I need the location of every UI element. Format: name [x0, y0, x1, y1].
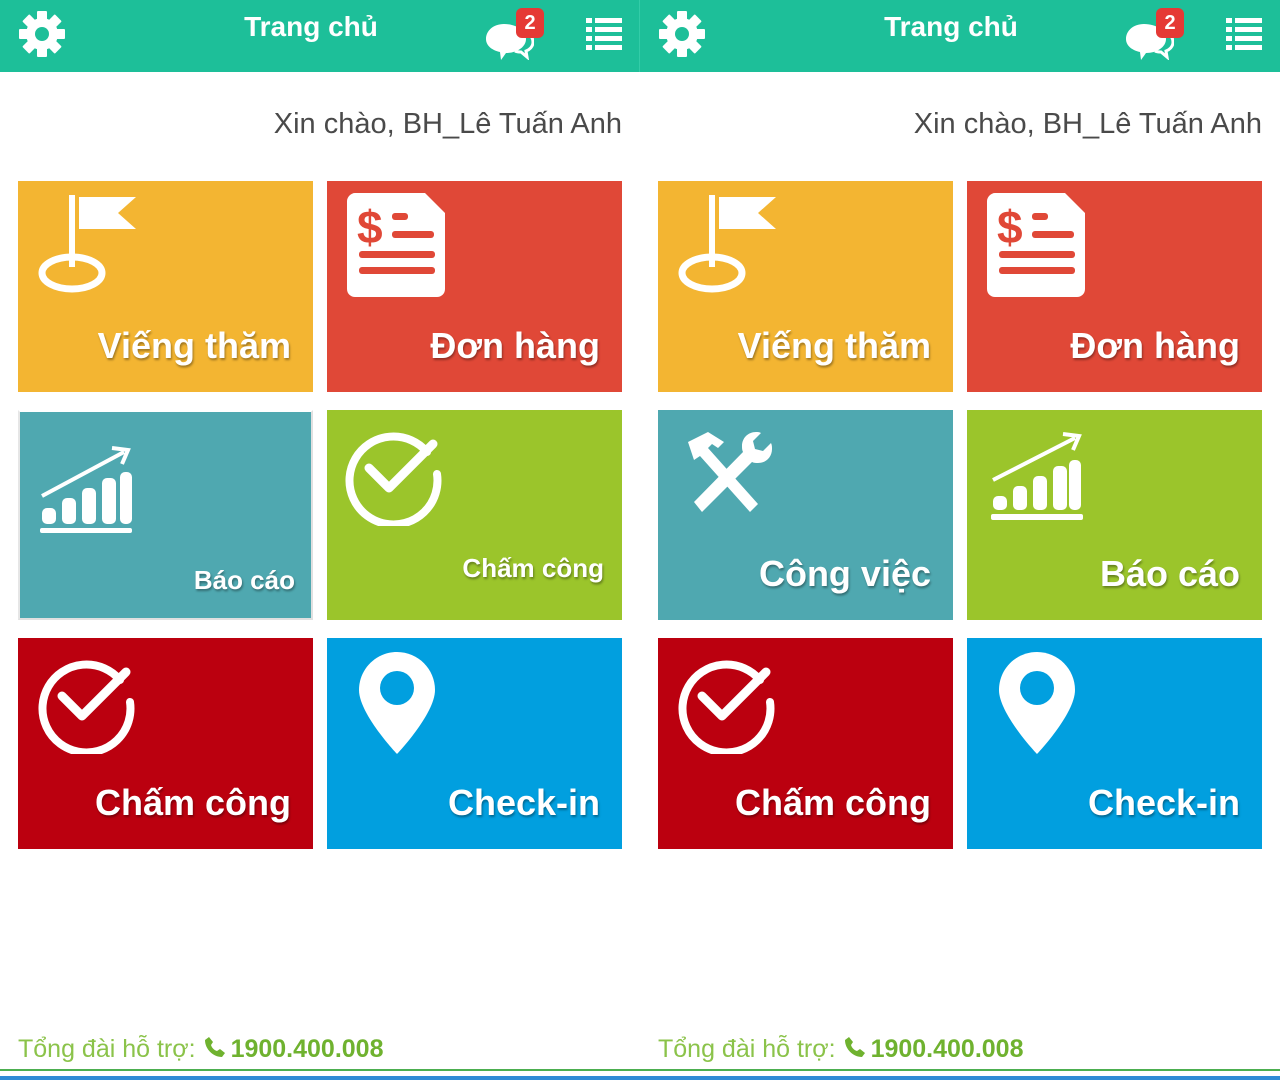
chart-icon	[989, 428, 1085, 527]
tile-timekeeping[interactable]: Chấm công	[327, 410, 622, 620]
tile-visit[interactable]: Viếng thăm	[658, 181, 953, 392]
chat-button[interactable]: 2	[1124, 8, 1186, 60]
top-app-bar: Trang chủ 2	[640, 0, 1280, 72]
tile-timekeeping[interactable]: Chấm công	[658, 638, 953, 849]
home-screen-left: Trang chủ 2 Xin chào, BH_Lê Tuấn Anh Viế…	[0, 0, 640, 1091]
greeting-text: Xin chào, BH_Lê Tuấn Anh	[913, 108, 1262, 140]
tile-label: Chấm công	[94, 782, 291, 823]
support-hotline: Tổng đài hỗ trợ: 1900.400.008	[658, 1032, 1024, 1066]
divider	[640, 1076, 1280, 1080]
map-pin-icon	[997, 650, 1077, 761]
chat-button[interactable]: 2	[484, 8, 546, 60]
list-icon[interactable]	[1224, 12, 1264, 56]
invoice-icon: $	[987, 193, 1087, 304]
support-hotline: Tổng đài hỗ trợ: 1900.400.008	[18, 1032, 384, 1066]
tile-label: Check-in	[447, 782, 600, 823]
support-label: Tổng đài hỗ trợ:	[658, 1035, 836, 1063]
check-circle-icon	[341, 422, 445, 531]
flag-icon	[38, 193, 138, 302]
list-icon[interactable]	[584, 12, 624, 56]
tile-orders[interactable]: $ Đơn hàng	[327, 181, 622, 392]
support-phone-number[interactable]: 1900.400.008	[871, 1035, 1024, 1063]
invoice-icon: $	[347, 193, 447, 304]
check-circle-icon	[674, 650, 778, 759]
tile-label: Công việc	[758, 553, 931, 594]
tools-icon	[678, 428, 778, 525]
support-label: Tổng đài hỗ trợ:	[18, 1035, 196, 1063]
svg-text:$: $	[357, 201, 383, 253]
tile-label: Viếng thăm	[97, 325, 291, 366]
tile-orders[interactable]: $ Đơn hàng	[967, 181, 1262, 392]
tile-checkin[interactable]: Check-in	[967, 638, 1262, 849]
tile-reports[interactable]: Báo cáo	[18, 410, 313, 620]
tile-checkin[interactable]: Check-in	[327, 638, 622, 849]
tile-label: Đơn hàng	[430, 325, 600, 366]
tile-tasks[interactable]: Công việc	[658, 410, 953, 620]
divider	[0, 1069, 640, 1071]
notification-badge: 2	[1156, 8, 1184, 38]
support-phone-number[interactable]: 1900.400.008	[231, 1035, 384, 1063]
flag-icon	[678, 193, 778, 302]
notification-badge: 2	[516, 8, 544, 38]
tile-label: Chấm công	[734, 782, 931, 823]
greeting-text: Xin chào, BH_Lê Tuấn Anh	[273, 108, 622, 140]
tile-label: Chấm công	[462, 553, 604, 583]
tile-visit[interactable]: Viếng thăm	[18, 181, 313, 392]
tile-label: Check-in	[1087, 782, 1240, 823]
phone-icon	[203, 1034, 227, 1058]
phone-icon	[843, 1034, 867, 1058]
divider	[640, 1069, 1280, 1071]
divider	[0, 1076, 640, 1080]
map-pin-icon	[357, 650, 437, 761]
chart-icon	[38, 442, 134, 539]
tile-reports[interactable]: Báo cáo	[967, 410, 1262, 620]
svg-text:$: $	[997, 201, 1023, 253]
tile-timekeeping-2[interactable]: Chấm công	[18, 638, 313, 849]
tile-label: Báo cáo	[1099, 553, 1240, 594]
tile-label: Đơn hàng	[1070, 325, 1240, 366]
check-circle-icon	[34, 650, 138, 759]
top-app-bar: Trang chủ 2	[0, 0, 640, 72]
home-screen-right: Trang chủ 2 Xin chào, BH_Lê Tuấn Anh Viế…	[640, 0, 1280, 1091]
tile-label: Viếng thăm	[737, 325, 931, 366]
tile-label: Báo cáo	[193, 565, 295, 595]
